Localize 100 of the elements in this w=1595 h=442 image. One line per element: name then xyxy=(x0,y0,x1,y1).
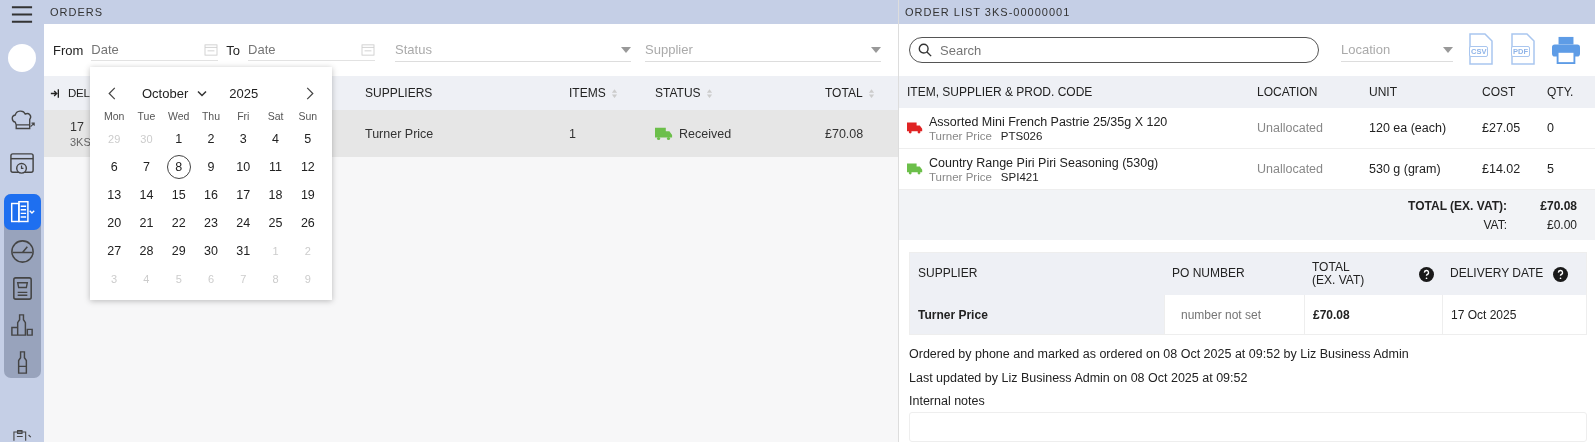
truck-icon xyxy=(655,126,673,141)
search-field[interactable]: Search xyxy=(909,37,1319,63)
calendar-day[interactable]: 19 xyxy=(295,183,320,207)
table-cell: £70.08 xyxy=(1313,307,1350,322)
column-header: QTY. xyxy=(1547,85,1575,99)
supplier-name: Turner Price xyxy=(929,170,992,183)
total-value: £0.00 xyxy=(1545,217,1577,232)
calendar-day[interactable]: 20 xyxy=(102,211,127,235)
column-header: UNIT xyxy=(1369,85,1398,99)
table-cell-text: 530 g (gram) xyxy=(1369,162,1442,176)
calendar-day[interactable]: 18 xyxy=(263,183,288,207)
next-icon[interactable] xyxy=(306,86,314,100)
weekday-label: Fri xyxy=(236,109,251,124)
calendar-day[interactable]: 31 xyxy=(231,239,256,263)
expand-icon[interactable] xyxy=(50,87,60,99)
calendar-day[interactable]: 7 xyxy=(134,155,159,179)
column-header[interactable]: ITEMS xyxy=(569,86,618,100)
calendar-day[interactable]: 10 xyxy=(231,155,256,179)
gauge-icon xyxy=(8,237,36,265)
caret-icon xyxy=(871,46,882,53)
calendar-day[interactable]: 24 xyxy=(231,211,256,235)
from-label: From xyxy=(53,42,84,58)
column-header: TOTAL (EX. VAT) xyxy=(1312,260,1365,288)
caret-icon xyxy=(621,46,632,53)
previous-icon[interactable] xyxy=(108,86,116,100)
calendar-day[interactable]: 1 xyxy=(166,127,191,151)
calendar-day[interactable]: 12 xyxy=(295,155,320,179)
month-select[interactable]: October xyxy=(142,85,208,101)
help-icon[interactable] xyxy=(1419,266,1434,282)
calendar-day[interactable]: 11 xyxy=(263,155,288,179)
calendar-day[interactable]: 6 xyxy=(102,155,127,179)
column-header: PO NUMBER xyxy=(1172,267,1245,281)
clipboard-icon[interactable] xyxy=(11,428,33,442)
calendar-day[interactable]: 21 xyxy=(134,211,159,235)
column-header[interactable]: STATUS xyxy=(655,86,713,100)
weekday-label: Sun xyxy=(297,109,319,124)
total-label: VAT: xyxy=(1483,217,1507,232)
panel-title: ORDERS xyxy=(50,6,104,18)
table-cell-text: 5 xyxy=(1547,162,1555,176)
column-header: COST xyxy=(1482,85,1517,99)
calendar-day[interactable]: 25 xyxy=(263,211,288,235)
column-header[interactable]: SUPPLIERS xyxy=(365,86,433,100)
calendar-day[interactable]: 13 xyxy=(102,183,127,207)
chevron-icon xyxy=(197,89,208,97)
calendar-day[interactable]: 27 xyxy=(102,239,127,263)
menu-icon[interactable] xyxy=(11,5,33,24)
date-field[interactable]: Date xyxy=(248,39,376,61)
item-name: Country Range Piri Piri Seasoning (530g) xyxy=(929,155,1159,170)
calendar-day[interactable]: 4 xyxy=(263,127,288,151)
print-icon[interactable] xyxy=(1551,36,1581,64)
column-header[interactable]: TOTAL xyxy=(825,86,875,100)
sidebar-item[interactable] xyxy=(3,194,41,230)
calendar-day[interactable]: 29 xyxy=(166,239,191,263)
calendar-day[interactable]: 26 xyxy=(295,211,320,235)
table-cell: Turner Price xyxy=(918,307,988,322)
table-cell-text: £70.08 xyxy=(825,126,865,141)
calendar-day[interactable]: 23 xyxy=(199,211,223,235)
help-icon[interactable] xyxy=(1553,266,1569,282)
table-cell-text: Turner Price xyxy=(365,126,435,141)
calendar-day[interactable]: 2 xyxy=(199,127,223,151)
panel-title: ORDER LIST 3KS-00000001 xyxy=(905,6,1071,18)
calendar-day[interactable]: 22 xyxy=(166,211,191,235)
supplier-name: Turner Price xyxy=(929,129,992,142)
calendar-day[interactable]: 5 xyxy=(295,127,320,151)
calendar-day[interactable]: 28 xyxy=(134,239,159,263)
weekday-label: Sat xyxy=(266,109,285,124)
column-header: LOCATION xyxy=(1257,85,1319,99)
calendar-day[interactable]: 30 xyxy=(199,239,223,263)
product-code: SPI421 xyxy=(1000,170,1039,183)
caret-icon xyxy=(1443,46,1453,53)
table-cell-text: Unallocated xyxy=(1257,121,1324,135)
weekday-label: Mon xyxy=(102,109,126,124)
calendar-day[interactable]: 9 xyxy=(199,155,223,179)
column-header: ITEM, SUPPLIER & PROD. CODE xyxy=(907,85,1094,99)
weekday-label: Tue xyxy=(136,109,157,124)
table-cell-text: 120 ea (each) xyxy=(1369,121,1448,135)
item-name: Assorted Mini French Pastrie 25/35g X 120 xyxy=(929,114,1168,129)
total-label: TOTAL (EX. VAT): xyxy=(1408,198,1507,213)
status-text: Received xyxy=(679,126,732,141)
weekday-label: Wed xyxy=(167,109,191,124)
table-cell: 3KS xyxy=(70,135,91,148)
date-field[interactable]: Date xyxy=(91,39,219,61)
calendar-day[interactable]: 15 xyxy=(166,183,191,207)
table-cell-text: 0 xyxy=(1547,121,1555,135)
calendar-day[interactable]: 14 xyxy=(134,183,159,207)
table-cell-text: £14.02 xyxy=(1482,162,1522,176)
total-value: £70.08 xyxy=(1539,198,1577,213)
calendar-day[interactable]: 16 xyxy=(199,183,223,207)
to-label: To xyxy=(226,42,241,58)
weekday-label: Thu xyxy=(200,109,222,124)
history-text: Last updated by Liz Business Admin on 08 Oct 2025 at 09:52 xyxy=(909,371,1249,384)
table-cell-text: Unallocated xyxy=(1257,162,1324,176)
column-header: DELIVERY DATE xyxy=(1450,267,1544,281)
calendar-day[interactable]: 3 xyxy=(231,127,256,151)
table-cell-text: 1 xyxy=(569,126,577,141)
calendar-day[interactable]: 17 xyxy=(231,183,256,207)
year-label[interactable]: 2025 xyxy=(229,85,259,101)
table-cell: 17 Oct 2025 xyxy=(1451,307,1517,322)
history-text: Ordered by phone and marked as ordered on 08 Oct 2025 at 09:52 by Liz Business Admin xyxy=(909,348,1410,361)
notes-label: Internal notes xyxy=(909,394,986,408)
